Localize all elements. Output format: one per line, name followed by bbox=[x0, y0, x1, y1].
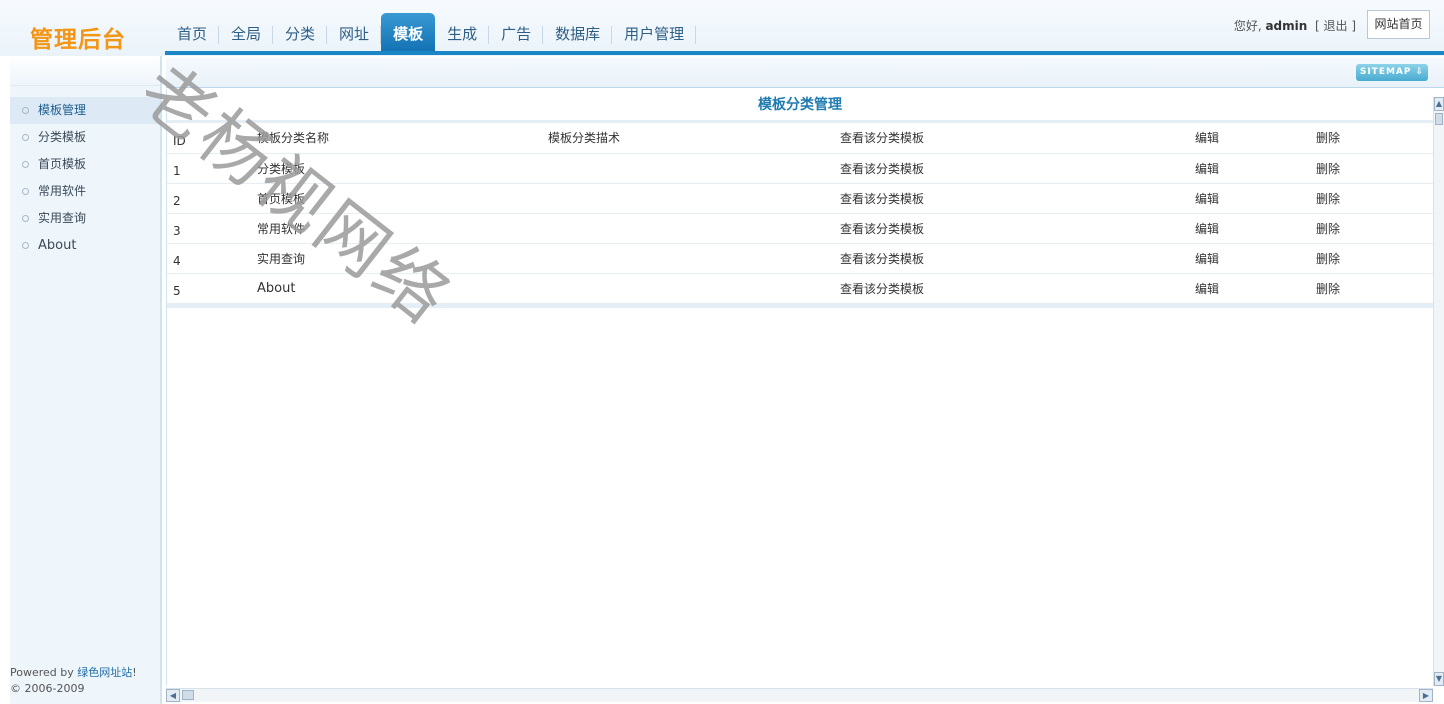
table-bottom-border bbox=[167, 303, 1433, 308]
scroll-up-icon[interactable]: ▲ bbox=[1434, 97, 1444, 111]
row-id: 4 bbox=[167, 243, 257, 274]
row-id: 5 bbox=[167, 273, 257, 304]
edit-link[interactable]: 编辑 bbox=[1195, 213, 1316, 244]
table-row: 4 实用查询 查看该分类模板 编辑 删除 bbox=[167, 243, 1433, 274]
powered-suffix: ! bbox=[132, 666, 137, 679]
scroll-right-icon[interactable]: ▶ bbox=[1419, 689, 1433, 702]
header-accent-bar bbox=[165, 51, 1444, 55]
panel-title: 模板分类管理 bbox=[167, 89, 1433, 123]
sidebar-header bbox=[10, 56, 160, 86]
row-name: 常用软件 bbox=[257, 213, 548, 244]
col-header-id: ID bbox=[167, 123, 257, 154]
nav-tab-home[interactable]: 首页 bbox=[165, 13, 220, 51]
scroll-down-icon[interactable]: ▼ bbox=[1434, 672, 1444, 686]
row-name: About bbox=[257, 273, 548, 304]
sidebar: 模板管理 分类模板 首页模板 常用软件 实用查询 About Powered b… bbox=[10, 56, 162, 704]
row-id: 2 bbox=[167, 183, 257, 214]
powered-by: Powered by 绿色网址站! © 2006-2009 bbox=[10, 665, 137, 697]
col-header-edit: 编辑 bbox=[1195, 123, 1316, 154]
edit-link[interactable]: 编辑 bbox=[1195, 183, 1316, 214]
edit-link[interactable]: 编辑 bbox=[1195, 243, 1316, 274]
sidebar-item-common-software[interactable]: 常用软件 bbox=[10, 178, 160, 205]
col-header-name: 模板分类名称 bbox=[257, 123, 548, 154]
edit-link[interactable]: 编辑 bbox=[1195, 273, 1316, 304]
user-info: 您好, admin [ 退出 ] bbox=[1234, 17, 1356, 34]
scroll-left-icon[interactable]: ◀ bbox=[166, 689, 180, 702]
site-home-button[interactable]: 网站首页 bbox=[1367, 10, 1430, 39]
content-panel: 模板分类管理 ID 模板分类名称 模板分类描术 查看该分类模板 编辑 删除 1 … bbox=[166, 89, 1433, 686]
logout-bracket-open: [ bbox=[1314, 19, 1320, 33]
view-templates-link[interactable]: 查看该分类模板 bbox=[840, 183, 1195, 214]
row-name: 实用查询 bbox=[257, 243, 548, 274]
row-id: 1 bbox=[167, 153, 257, 184]
powered-site-link[interactable]: 绿色网址站 bbox=[77, 666, 132, 679]
view-templates-link[interactable]: 查看该分类模板 bbox=[840, 243, 1195, 274]
row-desc bbox=[548, 213, 840, 244]
top-nav: 首页 全局 分类 网址 模板 生成 广告 数据库 用户管理 bbox=[165, 13, 697, 51]
table-header-row: ID 模板分类名称 模板分类描术 查看该分类模板 编辑 删除 bbox=[167, 123, 1433, 154]
row-desc bbox=[548, 153, 840, 184]
row-id: 3 bbox=[167, 213, 257, 244]
sidebar-item-practical-query[interactable]: 实用查询 bbox=[10, 205, 160, 232]
col-header-delete: 删除 bbox=[1316, 123, 1433, 154]
template-category-table: ID 模板分类名称 模板分类描术 查看该分类模板 编辑 删除 1 分类模板 查看… bbox=[167, 123, 1433, 304]
table-row: 3 常用软件 查看该分类模板 编辑 删除 bbox=[167, 213, 1433, 244]
username: admin bbox=[1265, 19, 1308, 33]
horizontal-scroll-thumb[interactable] bbox=[182, 690, 194, 700]
greeting-text: 您好, bbox=[1233, 19, 1266, 33]
sidebar-item-template-manage[interactable]: 模板管理 bbox=[10, 97, 160, 124]
delete-link[interactable]: 删除 bbox=[1316, 153, 1433, 184]
nav-tab-database[interactable]: 数据库 bbox=[543, 13, 613, 51]
table-row: 1 分类模板 查看该分类模板 编辑 删除 bbox=[167, 153, 1433, 184]
admin-page: 管理后台 首页 全局 分类 网址 模板 生成 广告 数据库 用户管理 您好, a… bbox=[0, 0, 1444, 704]
row-desc bbox=[548, 273, 840, 304]
delete-link[interactable]: 删除 bbox=[1316, 273, 1433, 304]
sidebar-item-about[interactable]: About bbox=[10, 232, 160, 259]
nav-tab-global[interactable]: 全局 bbox=[219, 13, 274, 51]
sidebar-menu: 模板管理 分类模板 首页模板 常用软件 实用查询 About bbox=[10, 97, 160, 259]
row-desc bbox=[548, 183, 840, 214]
col-header-desc: 模板分类描术 bbox=[548, 123, 840, 154]
sub-header: SITEMAP ⇩ bbox=[166, 58, 1444, 88]
view-templates-link[interactable]: 查看该分类模板 bbox=[840, 153, 1195, 184]
horizontal-scrollbar[interactable]: ◀ ▶ bbox=[166, 688, 1433, 702]
sidebar-item-category-template[interactable]: 分类模板 bbox=[10, 124, 160, 151]
table-row: 5 About 查看该分类模板 编辑 删除 bbox=[167, 273, 1433, 304]
logo: 管理后台 bbox=[30, 27, 126, 53]
nav-tab-templates[interactable]: 模板 bbox=[381, 13, 436, 51]
delete-link[interactable]: 删除 bbox=[1316, 183, 1433, 214]
delete-link[interactable]: 删除 bbox=[1316, 243, 1433, 274]
nav-tab-users[interactable]: 用户管理 bbox=[612, 13, 697, 51]
nav-tab-ads[interactable]: 广告 bbox=[489, 13, 544, 51]
row-desc bbox=[548, 243, 840, 274]
sidebar-item-home-template[interactable]: 首页模板 bbox=[10, 151, 160, 178]
col-header-view: 查看该分类模板 bbox=[840, 123, 1195, 154]
view-templates-link[interactable]: 查看该分类模板 bbox=[840, 213, 1195, 244]
nav-tab-urls[interactable]: 网址 bbox=[327, 13, 382, 51]
logout-link[interactable]: 退出 bbox=[1323, 19, 1347, 33]
table-row: 2 首页模板 查看该分类模板 编辑 删除 bbox=[167, 183, 1433, 214]
logout-bracket-close: ] bbox=[1351, 19, 1356, 33]
vertical-scrollbar[interactable]: ▲ ▼ bbox=[1433, 97, 1444, 686]
edit-link[interactable]: 编辑 bbox=[1195, 153, 1316, 184]
row-name: 分类模板 bbox=[257, 153, 548, 184]
nav-tab-generate[interactable]: 生成 bbox=[435, 13, 490, 51]
view-templates-link[interactable]: 查看该分类模板 bbox=[840, 273, 1195, 304]
powered-prefix: Powered by bbox=[10, 666, 78, 679]
vertical-scroll-thumb[interactable] bbox=[1435, 113, 1443, 125]
header: 管理后台 首页 全局 分类 网址 模板 生成 广告 数据库 用户管理 您好, a… bbox=[0, 0, 1444, 56]
row-name: 首页模板 bbox=[257, 183, 548, 214]
nav-tab-category[interactable]: 分类 bbox=[273, 13, 328, 51]
delete-link[interactable]: 删除 bbox=[1316, 213, 1433, 244]
sitemap-button[interactable]: SITEMAP ⇩ bbox=[1356, 64, 1428, 81]
copyright: © 2006-2009 bbox=[10, 682, 85, 695]
